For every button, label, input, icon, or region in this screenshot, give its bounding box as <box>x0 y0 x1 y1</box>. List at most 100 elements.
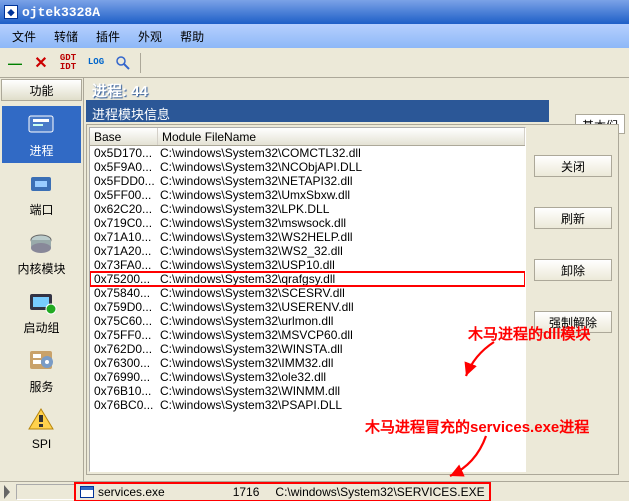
toolbar-search-icon[interactable] <box>112 52 134 74</box>
sidebar-label: 服务 <box>29 378 53 395</box>
table-row[interactable]: 0x5F9A0...C:\windows\System32\NCObjAPI.D… <box>90 160 525 174</box>
table-row[interactable]: 0x75FF0...C:\windows\System32\MSVCP60.dl… <box>90 328 525 342</box>
menu-view[interactable]: 外观 <box>130 26 170 47</box>
table-row[interactable]: 0x71A10...C:\windows\System32\WS2HELP.dl… <box>90 230 525 244</box>
table-row[interactable]: 0x76B10...C:\windows\System32\WINMM.dll <box>90 384 525 398</box>
titlebar: ◆ ojtek3328A <box>0 0 629 24</box>
cell-filename: C:\windows\System32\SCESRV.dll <box>158 286 525 300</box>
sidebar-item-process[interactable]: 进程 <box>2 106 81 163</box>
cell-filename: C:\windows\System32\qrafgsy.dll <box>158 272 525 286</box>
toolbar-minus-icon[interactable]: — <box>4 52 26 74</box>
cell-base: 0x5D170... <box>90 146 158 160</box>
arrow-icon <box>464 340 504 380</box>
refresh-button[interactable]: 刷新 <box>534 207 612 229</box>
table-row[interactable]: 0x759D0...C:\windows\System32\USERENV.dl… <box>90 300 525 314</box>
table-row[interactable]: 0x719C0...C:\windows\System32\mswsock.dl… <box>90 216 525 230</box>
status-path: C:\windows\System32\SERVICES.EXE <box>275 485 484 499</box>
table-row[interactable]: 0x76990...C:\windows\System32\ole32.dll <box>90 370 525 384</box>
cell-base: 0x75200... <box>90 272 158 286</box>
cell-base: 0x76990... <box>90 370 158 384</box>
cell-filename: C:\windows\System32\WINMM.dll <box>158 384 525 398</box>
cell-filename: C:\windows\System32\NETAPI32.dll <box>158 174 525 188</box>
table-row[interactable]: 0x5D170...C:\windows\System32\COMCTL32.d… <box>90 146 525 160</box>
table-row[interactable]: 0x75C60...C:\windows\System32\urlmon.dll <box>90 314 525 328</box>
cell-base: 0x75C60... <box>90 314 158 328</box>
cell-base: 0x5F9A0... <box>90 160 158 174</box>
cell-base: 0x62C20... <box>90 202 158 216</box>
sidebar-label: 启动组 <box>23 319 59 336</box>
cell-base: 0x73FA0... <box>90 258 158 272</box>
close-button[interactable]: 关闭 <box>534 155 612 177</box>
remove-button[interactable]: 卸除 <box>534 259 612 281</box>
menu-dump[interactable]: 转储 <box>46 26 86 47</box>
startup-icon <box>25 287 59 317</box>
spi-icon <box>25 405 59 435</box>
cell-base: 0x759D0... <box>90 300 158 314</box>
sidebar: 功能 进程 端口 内核模块 启动组 服务 <box>0 78 84 501</box>
sidebar-item-spi[interactable]: SPI <box>2 401 81 455</box>
table-row[interactable]: 0x71A20...C:\windows\System32\WS2_32.dll <box>90 244 525 258</box>
app-icon: ◆ <box>4 5 18 19</box>
table-row[interactable]: 0x75840...C:\windows\System32\SCESRV.dll <box>90 286 525 300</box>
cell-base: 0x71A20... <box>90 244 158 258</box>
col-base[interactable]: Base <box>90 128 158 145</box>
sidebar-item-startup[interactable]: 启动组 <box>2 283 81 340</box>
table-row[interactable]: 0x76BC0...C:\windows\System32\PSAPI.DLL <box>90 398 525 412</box>
cell-base: 0x5FDD0... <box>90 174 158 188</box>
table-row[interactable]: 0x5FDD0...C:\windows\System32\NETAPI32.d… <box>90 174 525 188</box>
cell-base: 0x71A10... <box>90 230 158 244</box>
menu-file[interactable]: 文件 <box>4 26 44 47</box>
col-filename[interactable]: Module FileName <box>158 128 525 145</box>
status-pid: 1716 <box>233 485 260 499</box>
cell-base: 0x76BC0... <box>90 398 158 412</box>
cell-filename: C:\windows\System32\UmxSbxw.dll <box>158 188 525 202</box>
kernel-icon <box>25 228 59 258</box>
cell-filename: C:\windows\System32\mswsock.dll <box>158 216 525 230</box>
process-icon <box>25 110 59 140</box>
table-row[interactable]: 0x5FF00...C:\windows\System32\UmxSbxw.dl… <box>90 188 525 202</box>
status-cell <box>16 484 76 500</box>
table-row[interactable]: 0x762D0...C:\windows\System32\WINSTA.dll <box>90 342 525 356</box>
menu-help[interactable]: 帮助 <box>172 26 212 47</box>
menubar: 文件 转储 插件 外观 帮助 <box>0 24 629 48</box>
toolbar-gdt-idt[interactable]: GDTIDT <box>56 52 80 74</box>
sidebar-label: 进程 <box>29 142 53 159</box>
toolbar: — ✕ GDTIDT LOG <box>0 48 629 78</box>
cell-base: 0x76300... <box>90 356 158 370</box>
arrow-icon <box>446 434 496 480</box>
menu-plugin[interactable]: 插件 <box>88 26 128 47</box>
table-row[interactable]: 0x75200...C:\windows\System32\qrafgsy.dl… <box>90 272 525 286</box>
sidebar-item-port[interactable]: 端口 <box>2 165 81 222</box>
cell-filename: C:\windows\System32\WS2_32.dll <box>158 244 525 258</box>
cell-filename: C:\windows\System32\LPK.DLL <box>158 202 525 216</box>
module-info-title: 进程模块信息 <box>86 100 549 122</box>
sidebar-item-kernel[interactable]: 内核模块 <box>2 224 81 281</box>
status-exe-name: services.exe <box>98 485 165 499</box>
corner-icon <box>4 485 12 499</box>
sidebar-label: SPI <box>32 437 51 451</box>
window-title: ojtek3328A <box>22 5 100 20</box>
sidebar-label: 端口 <box>29 201 53 218</box>
statusbar: services.exe 1716 C:\windows\System32\SE… <box>0 481 629 501</box>
cell-filename: C:\windows\System32\USP10.dll <box>158 258 525 272</box>
status-process-info[interactable]: services.exe 1716 C:\windows\System32\SE… <box>76 484 489 500</box>
cell-base: 0x762D0... <box>90 342 158 356</box>
toolbar-log[interactable]: LOG <box>84 52 108 74</box>
cell-base: 0x76B10... <box>90 384 158 398</box>
cell-filename: C:\windows\System32\NCObjAPI.DLL <box>158 160 525 174</box>
process-count: 进程: 44 <box>86 78 154 100</box>
sidebar-label: 内核模块 <box>17 260 65 277</box>
table-row[interactable]: 0x73FA0...C:\windows\System32\USP10.dll <box>90 258 525 272</box>
table-row[interactable]: 0x62C20...C:\windows\System32\LPK.DLL <box>90 202 525 216</box>
toolbar-separator <box>140 53 141 73</box>
sidebar-tab-function[interactable]: 功能 <box>1 79 82 101</box>
cell-base: 0x75FF0... <box>90 328 158 342</box>
cell-base: 0x75840... <box>90 286 158 300</box>
toolbar-x-icon[interactable]: ✕ <box>30 52 52 74</box>
table-row[interactable]: 0x76300...C:\windows\System32\IMM32.dll <box>90 356 525 370</box>
cell-base: 0x719C0... <box>90 216 158 230</box>
cell-filename: C:\windows\System32\COMCTL32.dll <box>158 146 525 160</box>
sidebar-item-service[interactable]: 服务 <box>2 342 81 399</box>
cell-base: 0x5FF00... <box>90 188 158 202</box>
port-icon <box>25 169 59 199</box>
